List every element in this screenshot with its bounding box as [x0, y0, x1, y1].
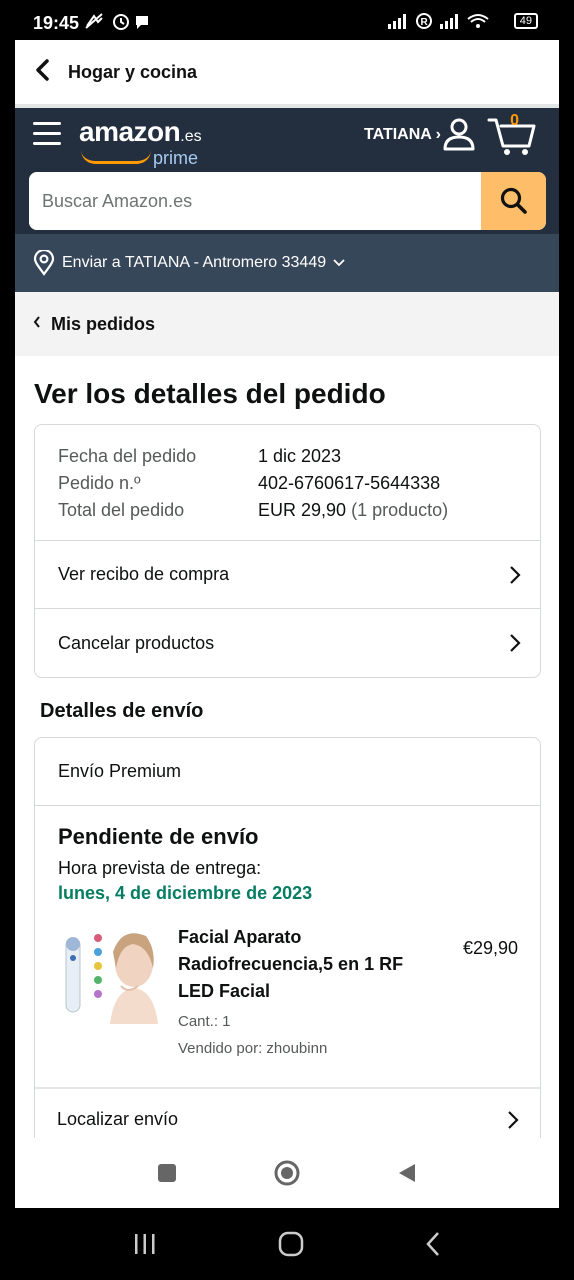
logo-prime: prime — [153, 148, 199, 168]
summary-row-total: Total del pedido EUR 29,90 (1 producto) — [58, 497, 540, 524]
top-app-bar: Hogar y cocina — [15, 40, 559, 108]
eta-label: Hora prevista de entrega: — [58, 858, 262, 878]
product-thumbnail[interactable] — [58, 924, 158, 1024]
summary-label: Total del pedido — [58, 500, 185, 520]
user-icon[interactable] — [441, 116, 477, 152]
summary-value: 1 dic 2023 — [258, 446, 342, 466]
app-window: Hogar y cocina amazon.es prime TATIANA ›… — [15, 40, 559, 1208]
eta-date: lunes, 4 de diciembre de 2023 — [58, 883, 313, 903]
search-bar — [29, 172, 546, 230]
summary-row-date: Fecha del pedido 1 dic 2023 — [58, 443, 540, 470]
deliver-to-text: Enviar a TATIANA - Antromero 33449 — [62, 254, 327, 271]
order-item: Facial Aparato Radiofrecuencia,5 en 1 RF… — [58, 924, 518, 1057]
status-time: 19:45 — [33, 13, 80, 33]
summary-note: (1 producto) — [351, 500, 449, 520]
logo-suffix: .es — [180, 128, 202, 145]
summary-value-wrap: EUR 29,90 (1 producto) — [258, 497, 448, 524]
back-icon[interactable] — [424, 1231, 442, 1257]
item-quantity: Cant.: 1 — [178, 1013, 231, 1030]
link-label: Ver recibo de compra — [58, 564, 230, 584]
page-title: Ver los detalles del pedido — [34, 378, 386, 409]
link-label: Cancelar productos — [58, 632, 215, 653]
battery-icon: 49 — [513, 13, 538, 29]
shipment-status: Pendiente de envío — [58, 824, 259, 849]
deliver-to-bar[interactable]: Enviar a TATIANA - Antromero 33449 — [15, 234, 559, 292]
app-navigation-bar — [15, 1138, 559, 1208]
view-receipt-link[interactable]: Ver recibo de compra — [35, 541, 540, 609]
logo-smile-icon — [81, 150, 151, 164]
summary-label: Pedido n.º — [58, 473, 141, 493]
recents-square-icon[interactable] — [156, 1162, 178, 1184]
item-name[interactable]: Facial Aparato Radiofrecuencia,5 en 1 RF… — [178, 924, 408, 1005]
status-icons-right: R 49 — [386, 12, 538, 30]
shipping-section-title: Detalles de envío — [40, 700, 204, 722]
signal-wifi-icons: R — [387, 13, 489, 29]
order-summary-card: Fecha del pedido 1 dic 2023 Pedido n.º 4… — [34, 424, 541, 678]
summary-row-order-number: Pedido n.º 402-6760617-5644338 — [58, 470, 540, 497]
shipping-type: Envío Premium — [35, 738, 540, 806]
chevron-right-icon — [510, 634, 521, 652]
back-triangle-icon[interactable] — [396, 1162, 418, 1184]
recent-apps-icon[interactable] — [132, 1232, 158, 1256]
location-pin-icon — [33, 250, 55, 276]
amazon-prime-logo[interactable]: amazon.es prime — [79, 116, 202, 168]
item-seller: Vendido por: zhoubinn — [178, 1040, 328, 1057]
summary-value: 402-6760617-5644338 — [258, 473, 441, 493]
chevron-down-icon — [333, 259, 345, 267]
menu-icon[interactable] — [33, 122, 61, 152]
svg-text:R: R — [420, 17, 428, 28]
chevron-right-icon — [510, 565, 521, 584]
search-icon — [500, 187, 527, 214]
amazon-header: amazon.es prime TATIANA › 0 — [15, 108, 559, 234]
shipping-card: Envío Premium Pendiente de envío Hora pr… — [34, 737, 541, 1148]
status-icons-left — [85, 13, 148, 30]
shipment-details: Pendiente de envío Hora prevista de entr… — [35, 806, 540, 1087]
search-input[interactable] — [29, 172, 481, 230]
breadcrumb-label: Mis pedidos — [51, 313, 156, 334]
home-icon[interactable] — [278, 1231, 304, 1257]
summary-label: Fecha del pedido — [58, 446, 197, 466]
cancel-products-link[interactable]: Cancelar productos — [35, 609, 540, 677]
logo-word: amazon — [79, 116, 181, 147]
main-content: Ver los detalles del pedido Fecha del pe… — [15, 378, 559, 1148]
breadcrumb[interactable]: Mis pedidos — [15, 292, 559, 356]
notification-icons — [84, 12, 154, 37]
account-link[interactable]: TATIANA › — [364, 126, 441, 144]
order-summary: Fecha del pedido 1 dic 2023 Pedido n.º 4… — [35, 425, 540, 541]
status-bar: 19:45 R 49 — [0, 0, 574, 40]
chevron-left-icon — [33, 315, 41, 333]
search-button[interactable] — [481, 172, 546, 230]
item-price: €29,90 — [462, 938, 518, 958]
chevron-right-icon — [508, 1111, 519, 1129]
back-arrow-icon[interactable] — [23, 57, 63, 88]
home-circle-icon[interactable] — [273, 1159, 301, 1187]
cart-count-badge: 0 — [510, 112, 519, 129]
system-navigation-bar — [0, 1208, 574, 1280]
summary-value: EUR 29,90 — [258, 500, 347, 520]
category-title: Hogar y cocina — [68, 61, 198, 82]
